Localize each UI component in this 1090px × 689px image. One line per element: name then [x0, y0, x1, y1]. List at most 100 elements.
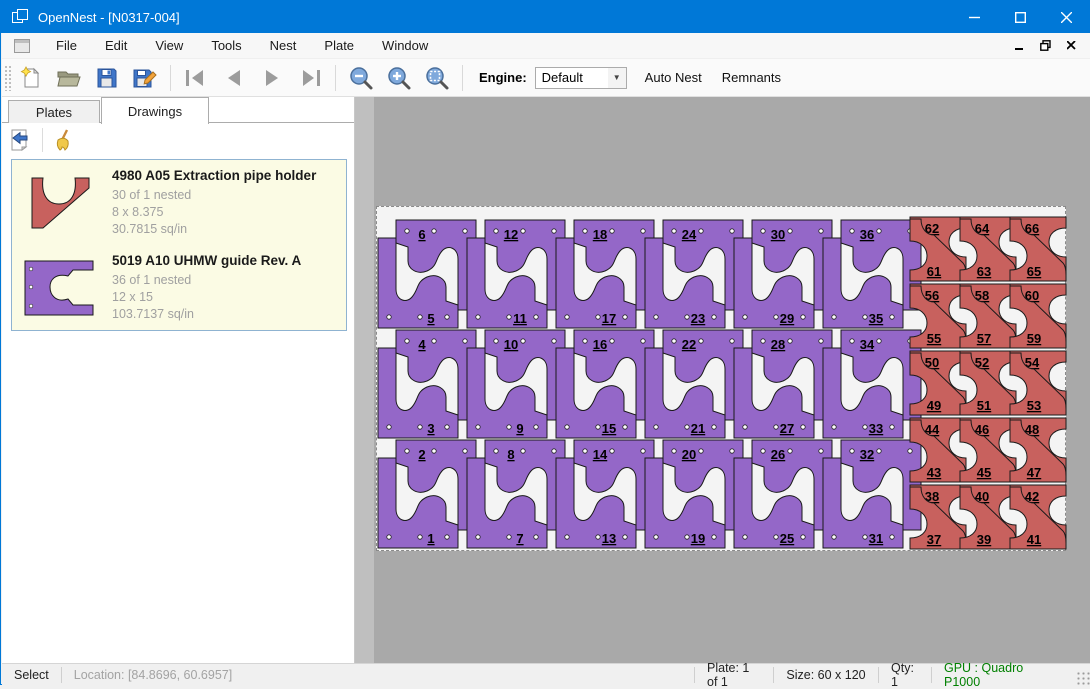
remnants-button[interactable]: Remnants: [712, 64, 791, 91]
part-number: 32: [860, 447, 874, 462]
purple-pair-tile[interactable]: 20 19: [644, 439, 744, 549]
part-number: 36: [860, 227, 874, 242]
document-icon[interactable]: [14, 39, 30, 53]
red-pair-tile[interactable]: 60 59: [1009, 283, 1067, 349]
drawings-toolbar: [2, 123, 354, 157]
purple-pair-tile[interactable]: 6 5: [377, 219, 477, 329]
open-file-icon[interactable]: [50, 62, 88, 94]
main-toolbar: Engine: Default ▼ Auto Nest Remnants: [2, 59, 1090, 97]
last-plate-icon[interactable]: [291, 62, 329, 94]
drawing-area: 30.7815 sq/in: [112, 221, 316, 238]
purple-pair-tile[interactable]: 12 11: [466, 219, 566, 329]
purple-pair-tile[interactable]: 4 3: [377, 329, 477, 439]
mdi-minimize-icon[interactable]: [1008, 37, 1030, 55]
part-number: 34: [860, 337, 875, 352]
part-number: 47: [1027, 465, 1041, 480]
part-number: 65: [1027, 264, 1041, 279]
part-number: 55: [927, 331, 941, 346]
part-number: 4: [418, 337, 426, 352]
auto-nest-button[interactable]: Auto Nest: [635, 64, 712, 91]
red-pair-tile[interactable]: 54 53: [1009, 350, 1067, 416]
menu-edit[interactable]: Edit: [91, 34, 141, 57]
status-gpu: GPU : Quadro P1000: [932, 664, 1070, 685]
purple-pair-tile[interactable]: 26 25: [733, 439, 833, 549]
purple-pair-tile[interactable]: 32 31: [822, 439, 922, 549]
part-number: 21: [691, 421, 705, 436]
part-number: 23: [691, 311, 705, 326]
engine-label: Engine:: [479, 70, 527, 85]
panel-splitter[interactable]: [355, 97, 374, 663]
part-number: 14: [593, 447, 608, 462]
part-number: 57: [977, 331, 991, 346]
save-as-icon[interactable]: [126, 62, 164, 94]
purple-pair-tile[interactable]: 10 9: [466, 329, 566, 439]
drawing-thumbnail-red: [18, 174, 102, 232]
red-pair-tile[interactable]: 42 41: [1009, 484, 1067, 550]
part-number: 41: [1027, 532, 1041, 547]
part-number: 1: [427, 531, 434, 546]
part-number: 11: [513, 311, 527, 326]
previous-plate-icon[interactable]: [215, 62, 253, 94]
resize-grip[interactable]: [1076, 671, 1090, 685]
clear-broom-icon[interactable]: [47, 125, 83, 155]
part-number: 33: [869, 421, 883, 436]
part-number: 16: [593, 337, 607, 352]
zoom-fit-icon[interactable]: [418, 62, 456, 94]
tab-strip: Plates Drawings: [2, 97, 354, 123]
menu-plate[interactable]: Plate: [310, 34, 368, 57]
mdi-restore-icon[interactable]: [1034, 37, 1056, 55]
purple-pair-tile[interactable]: 24 23: [644, 219, 744, 329]
part-number: 18: [593, 227, 607, 242]
first-plate-icon[interactable]: [177, 62, 215, 94]
menu-bar: File Edit View Tools Nest Plate Window: [2, 33, 1090, 59]
new-file-icon[interactable]: [12, 62, 50, 94]
purple-pair-tile[interactable]: 8 7: [466, 439, 566, 549]
red-pair-tile[interactable]: 48 47: [1009, 417, 1067, 483]
menu-window[interactable]: Window: [368, 34, 442, 57]
next-plate-icon[interactable]: [253, 62, 291, 94]
menu-tools[interactable]: Tools: [197, 34, 255, 57]
drawing-item[interactable]: 5019 A10 UHMW guide Rev. A 36 of 1 neste…: [12, 245, 346, 330]
part-number: 25: [780, 531, 794, 546]
purple-pair-tile[interactable]: 14 13: [555, 439, 655, 549]
part-number: 5: [427, 311, 434, 326]
part-number: 9: [516, 421, 523, 436]
part-number: 35: [869, 311, 883, 326]
purple-pair-tile[interactable]: 34 33: [822, 329, 922, 439]
purple-pair-tile[interactable]: 16 15: [555, 329, 655, 439]
zoom-out-icon[interactable]: [342, 62, 380, 94]
mdi-close-icon[interactable]: [1060, 37, 1082, 55]
red-pair-tile[interactable]: 66 65: [1009, 216, 1067, 282]
close-icon[interactable]: [1043, 1, 1089, 33]
menu-file[interactable]: File: [42, 34, 91, 57]
plate-surface[interactable]: 6 5 12 11 18 17 24 23 30 29: [376, 206, 1066, 551]
minimize-icon[interactable]: [951, 1, 997, 33]
status-location: Location: [84.8696, 60.6957]: [62, 664, 244, 685]
save-icon[interactable]: [88, 62, 126, 94]
part-number: 2: [418, 447, 425, 462]
zoom-in-icon[interactable]: [380, 62, 418, 94]
tab-plates[interactable]: Plates: [8, 100, 100, 123]
drawings-list: 4980 A05 Extraction pipe holder 30 of 1 …: [11, 159, 347, 331]
engine-select[interactable]: Default ▼: [535, 67, 627, 89]
drawing-item[interactable]: 4980 A05 Extraction pipe holder 30 of 1 …: [12, 160, 346, 245]
part-number: 63: [977, 264, 991, 279]
purple-pair-tile[interactable]: 22 21: [644, 329, 744, 439]
part-number: 10: [504, 337, 518, 352]
part-number: 30: [771, 227, 785, 242]
purple-pair-tile[interactable]: 28 27: [733, 329, 833, 439]
part-number: 61: [927, 264, 941, 279]
tab-drawings[interactable]: Drawings: [101, 97, 209, 124]
purple-pair-tile[interactable]: 2 1: [377, 439, 477, 549]
status-mode: Select: [2, 664, 61, 685]
purple-pair-tile[interactable]: 30 29: [733, 219, 833, 329]
menu-view[interactable]: View: [141, 34, 197, 57]
part-number: 6: [418, 227, 425, 242]
purple-pair-tile[interactable]: 36 35: [822, 219, 922, 329]
nest-canvas[interactable]: 6 5 12 11 18 17 24 23 30 29: [354, 97, 1090, 663]
chevron-down-icon[interactable]: ▼: [608, 68, 626, 88]
import-drawing-icon[interactable]: [2, 125, 38, 155]
purple-pair-tile[interactable]: 18 17: [555, 219, 655, 329]
maximize-icon[interactable]: [997, 1, 1043, 33]
menu-nest[interactable]: Nest: [256, 34, 311, 57]
